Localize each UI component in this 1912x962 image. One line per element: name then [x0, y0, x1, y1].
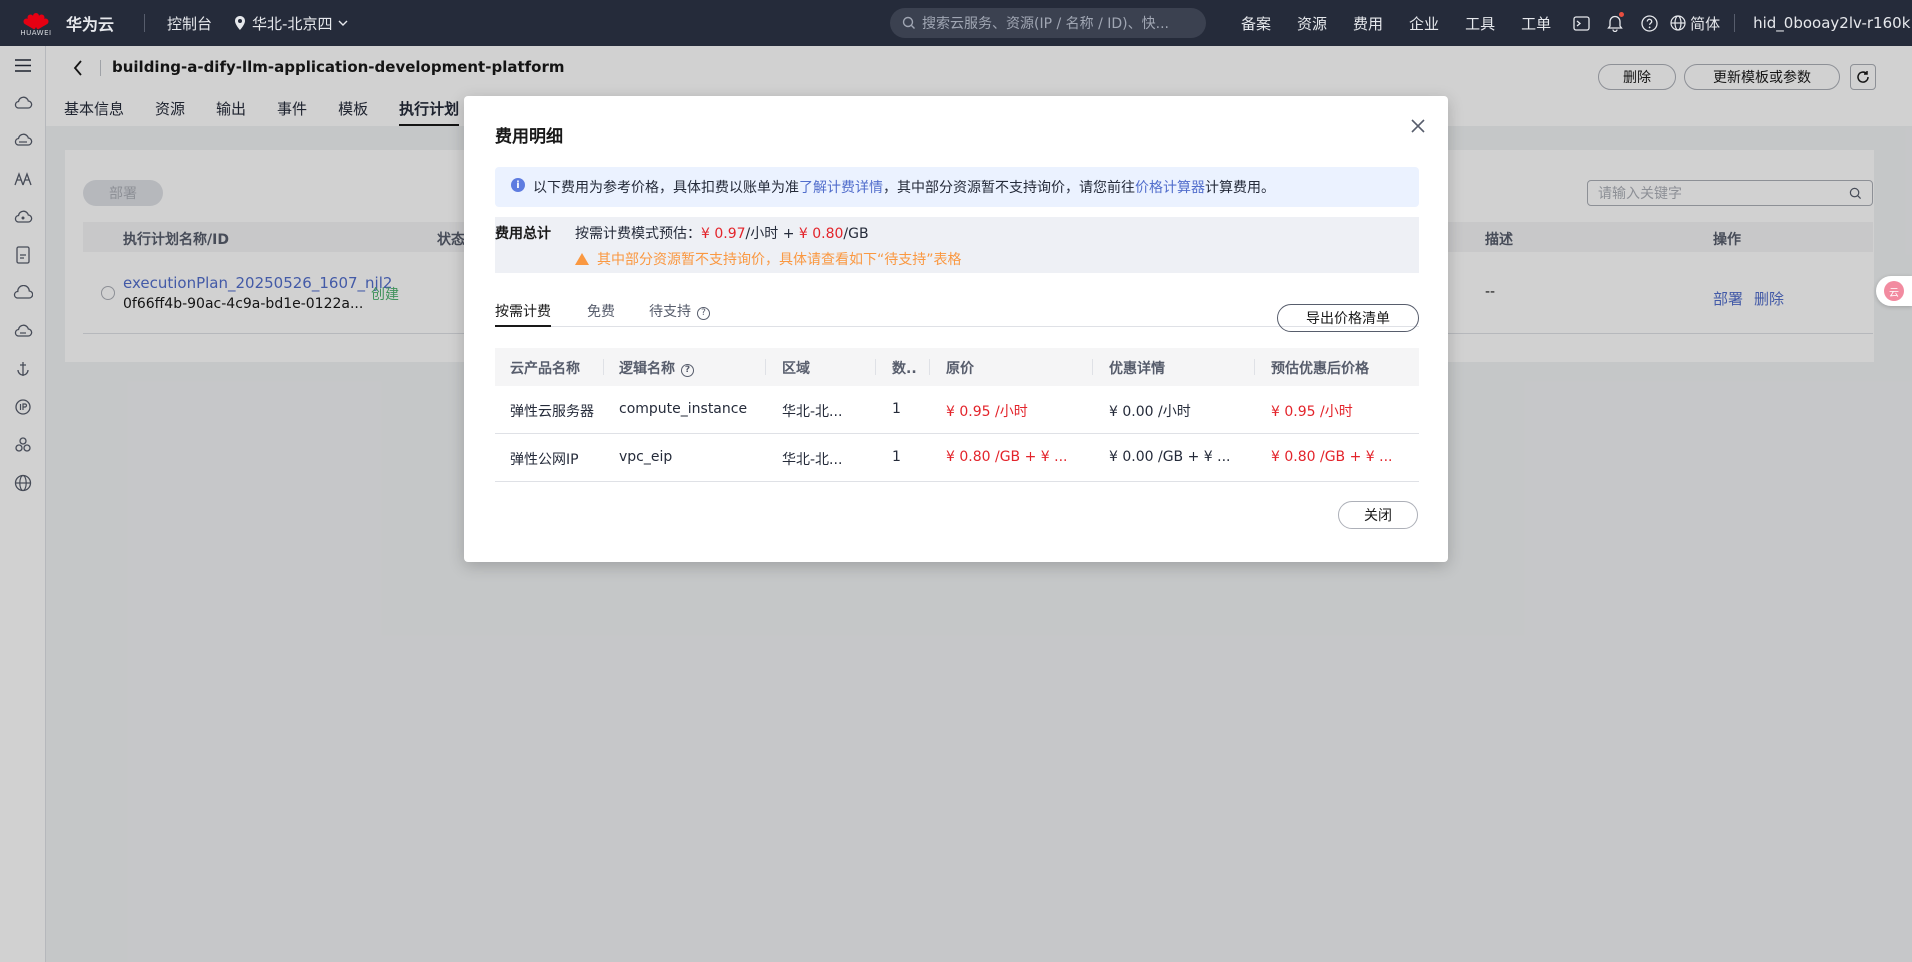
dialog-close-footer-button[interactable]: 关闭 [1338, 501, 1418, 529]
info-icon: i [511, 178, 525, 192]
cost-total-label: 费用总计 [495, 226, 551, 242]
info-text-3: 计算费用。 [1205, 180, 1275, 196]
notifications-button[interactable] [1598, 0, 1632, 46]
cost-total-block: 费用总计 按需计费模式预估：¥ 0.97/小时 + ¥ 0.80/GB 其中部分… [495, 217, 1419, 273]
column-header-original-price: 原价 [946, 361, 974, 377]
top-link-beian[interactable]: 备案 [1228, 13, 1284, 34]
tab-unsupported-label: 待支持 [649, 304, 691, 320]
global-search-input[interactable]: 搜索云服务、资源(IP / 名称 / ID)、快... [890, 8, 1206, 38]
column-header-region: 区域 [782, 361, 810, 377]
estimate-gb-price: ¥ 0.80 [798, 226, 844, 242]
cell-logical-name: vpc_eip [619, 449, 673, 465]
estimate-prefix: 按需计费模式预估： [575, 226, 701, 242]
info-text-2: ，其中部分资源暂不支持询价，请您前往 [883, 180, 1135, 196]
help-icon [1640, 14, 1658, 32]
top-link-billing[interactable]: 费用 [1340, 13, 1396, 34]
dialog-close-button[interactable] [1408, 116, 1428, 136]
column-header-product: 云产品名称 [510, 361, 580, 377]
table-row: 弹性云服务器 compute_instance 华北-北... 1 ¥ 0.95… [495, 386, 1419, 434]
help-icon[interactable]: ? [697, 306, 710, 320]
region-label: 华北-北京四 [252, 14, 333, 33]
cell-region: 华北-北... [782, 404, 843, 420]
cell-discount: ¥ 0.00 /小时 [1109, 404, 1191, 420]
cell-final-price: ¥ 0.95 /小时 [1271, 404, 1353, 420]
column-divider [765, 359, 766, 375]
estimate-hourly-unit: /小时 + [745, 226, 799, 242]
notification-dot [1619, 12, 1625, 17]
billing-details-link[interactable]: 了解计费详情 [799, 177, 883, 197]
help-icon[interactable]: ? [681, 363, 694, 377]
column-header-final-price: 预估优惠后价格 [1271, 361, 1369, 377]
global-search-placeholder: 搜索云服务、资源(IP / 名称 / ID)、快... [922, 16, 1169, 32]
info-notice: i 以下费用为参考价格，具体扣费以账单为准 了解计费详情 ，其中部分资源暂不支持… [495, 167, 1419, 207]
cell-original-price: ¥ 0.95 /小时 [946, 404, 1028, 420]
dialog-title: 费用明细 [495, 127, 563, 147]
top-link-resources[interactable]: 资源 [1284, 13, 1340, 34]
cloud-shell-button[interactable] [1564, 0, 1598, 46]
help-button[interactable] [1632, 0, 1666, 46]
column-divider [603, 359, 604, 375]
cell-quantity: 1 [892, 449, 901, 465]
huawei-flower-icon [22, 9, 50, 30]
cell-quantity: 1 [892, 401, 901, 417]
cell-discount: ¥ 0.00 /GB + ¥ ... [1109, 449, 1231, 465]
tab-free[interactable]: 免费 [587, 301, 615, 327]
bell-icon [1607, 15, 1623, 32]
brand-name[interactable]: 华为云 [66, 11, 114, 35]
column-header-discount: 优惠详情 [1109, 361, 1165, 377]
divider [144, 14, 146, 32]
location-pin-icon [235, 16, 246, 30]
region-selector[interactable]: 华北-北京四 [234, 13, 348, 34]
cell-final-price: ¥ 0.80 /GB + ¥ ... [1271, 449, 1393, 465]
estimate-hourly-price: ¥ 0.97 [701, 226, 746, 242]
column-divider [1092, 359, 1093, 375]
user-account-menu[interactable]: hid_0booay2lv-r160k [1734, 14, 1910, 32]
estimate-gb-unit: /GB [843, 226, 869, 242]
cost-detail-dialog: 费用明细 i 以下费用为参考价格，具体扣费以账单为准 了解计费详情 ，其中部分资… [464, 96, 1448, 562]
search-icon [902, 16, 915, 29]
globe-icon [1670, 15, 1686, 31]
cell-product: 弹性云服务器 [510, 404, 594, 420]
logo-text: HUAWEI [20, 29, 52, 37]
column-header-quantity: 数.. [892, 361, 917, 377]
column-divider [1254, 359, 1255, 375]
warning-text: 其中部分资源暂不支持询价，具体请查看如下“待支持”表格 [597, 252, 962, 268]
language-label: 简体 [1690, 14, 1721, 33]
column-divider [875, 359, 876, 375]
top-link-tickets[interactable]: 工单 [1508, 13, 1564, 34]
unsupported-warning: 其中部分资源暂不支持询价，具体请查看如下“待支持”表格 [575, 249, 962, 269]
cell-region: 华北-北... [782, 452, 843, 468]
tab-pay-per-use[interactable]: 按需计费 [495, 301, 551, 327]
chevron-down-icon [338, 20, 348, 26]
terminal-icon [1572, 15, 1590, 31]
cost-table: 云产品名称 逻辑名称? 区域 数.. 原价 优惠详情 预估优惠后价格 弹性云服务… [495, 348, 1419, 482]
top-link-enterprise[interactable]: 企业 [1396, 13, 1452, 34]
info-text-1: 以下费用为参考价格，具体扣费以账单为准 [533, 180, 799, 196]
cost-table-header: 云产品名称 逻辑名称? 区域 数.. 原价 优惠详情 预估优惠后价格 [495, 348, 1419, 386]
warning-icon [575, 253, 589, 265]
column-header-logical-name-label: 逻辑名称 [619, 361, 675, 377]
assistant-icon: 云 [1884, 281, 1904, 301]
cell-original-price: ¥ 0.80 /GB + ¥ ... [946, 449, 1068, 465]
column-header-logical-name: 逻辑名称? [619, 358, 694, 378]
cell-logical-name: compute_instance [619, 401, 748, 417]
tab-unsupported[interactable]: 待支持? [649, 301, 710, 327]
top-link-tools[interactable]: 工具 [1452, 13, 1508, 34]
price-calculator-link[interactable]: 价格计算器 [1135, 177, 1205, 197]
close-icon [1411, 119, 1425, 133]
column-divider [929, 359, 930, 375]
language-selector[interactable]: 简体 [1670, 13, 1720, 34]
huawei-logo[interactable]: HUAWEI [10, 9, 62, 37]
export-price-list-button[interactable]: 导出价格清单 [1277, 304, 1419, 332]
top-navigation: HUAWEI 华为云 控制台 华北-北京四 搜索云服务、资源(IP / 名称 /… [0, 0, 1912, 46]
floating-assistant-button[interactable]: 云 [1876, 276, 1912, 306]
console-link[interactable]: 控制台 [167, 13, 212, 34]
cost-total-estimate: 按需计费模式预估：¥ 0.97/小时 + ¥ 0.80/GB [575, 223, 869, 243]
top-links: 备案 资源 费用 企业 工具 工单 简体 hid_0booay2lv-r160k [1228, 0, 1910, 46]
cell-product: 弹性公网IP [510, 452, 579, 468]
table-row: 弹性公网IP vpc_eip 华北-北... 1 ¥ 0.80 /GB + ¥ … [495, 434, 1419, 482]
